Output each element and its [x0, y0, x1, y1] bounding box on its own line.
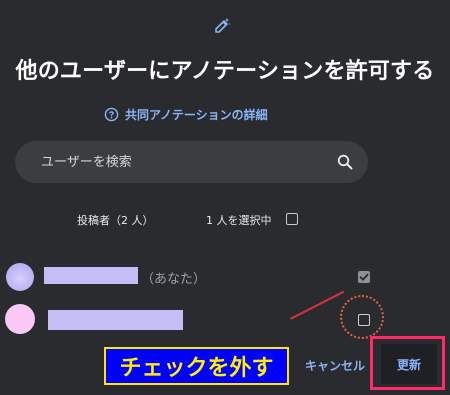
user-search-input[interactable] [39, 153, 336, 171]
avatar [5, 304, 35, 334]
details-link-label: 共同アノテーションの詳細 [125, 108, 268, 122]
share-annotation-dialog: 他のユーザーにアノテーションを許可する 共同アノテーションの詳細 投稿者（2 人… [0, 0, 450, 395]
update-button[interactable]: 更新 [381, 344, 437, 384]
callout-text: チェックを外す [119, 356, 274, 381]
search-icon[interactable] [336, 153, 354, 171]
user-name-redacted [48, 310, 183, 330]
cancel-button[interactable]: キャンセル [305, 357, 365, 374]
dialog-title: 他のユーザーにアノテーションを許可する [15, 59, 435, 84]
help-circle-icon [104, 107, 119, 122]
user-name-redacted [44, 267, 138, 284]
user-row: （あなた） [0, 260, 450, 292]
user-search-box[interactable] [15, 141, 368, 183]
edit-pencil-sparkle-icon [215, 18, 231, 33]
posters-count-label: 投稿者（2 人） [77, 214, 154, 227]
selected-count-label: 1 人を選択中 [206, 214, 272, 227]
collaborative-annotation-details-link[interactable]: 共同アノテーションの詳細 [104, 106, 268, 123]
avatar [6, 263, 34, 291]
select-all-checkbox[interactable] [286, 213, 298, 225]
annotation-callout: チェックを外す [104, 347, 289, 385]
you-label: （あなた） [141, 272, 207, 287]
user-checkbox-checked [358, 271, 370, 283]
annotation-dotted-circle [340, 295, 384, 339]
